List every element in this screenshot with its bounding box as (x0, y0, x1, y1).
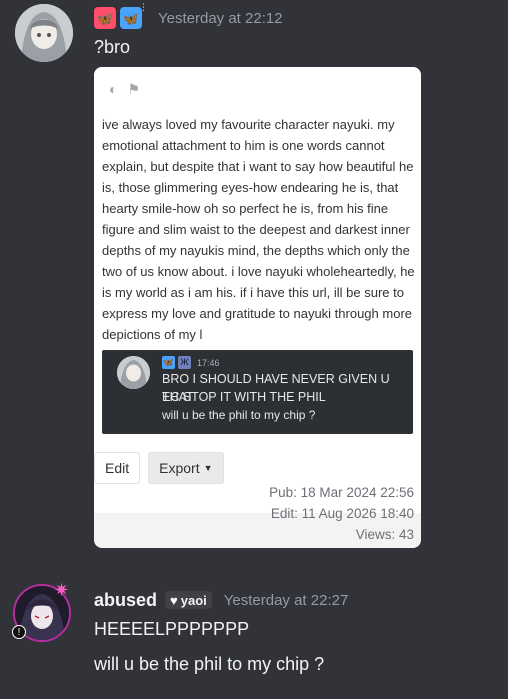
status-icon: ! (12, 625, 26, 639)
message-2: ✷ ! abused ♥ yaoi Yesterday at 22:27 HEE… (0, 576, 508, 696)
message-line-1: HEEEELPPPPPPP (94, 619, 250, 639)
message-1: 🦋 🦋 ⋮ Yesterday at 22:12 ?bro ◐ ⚑ ive alw… (0, 0, 508, 560)
message-header: 🦋 🦋 ⋮ Yesterday at 22:12 (94, 3, 283, 30)
quoted-line-2: EC STOP IT WITH THE PHIL (162, 390, 326, 404)
embed-buttons: Edit Export ▼ (94, 452, 224, 484)
pink-deco-icon: ✷ (54, 580, 70, 600)
timestamp: Yesterday at 22:27 (223, 591, 349, 609)
pub-date: Pub: 18 Mar 2024 22:56 (269, 485, 414, 500)
edit-date: Edit: 11 Aug 2026 18:40 (270, 506, 414, 521)
user-avatar[interactable] (15, 4, 73, 62)
edit-button[interactable]: Edit (94, 452, 141, 484)
message-header: abused ♥ yaoi Yesterday at 22:27 (94, 588, 348, 612)
embed-icon-bar: ◐ ⚑ (109, 82, 140, 96)
quoted-message: 🦋 Ж 17:46 BRO I SHOULD HAVE NEVER GIVEN … (102, 350, 413, 434)
quoted-line-3: will u be the phil to my chip ? (162, 408, 316, 422)
export-label: Export (159, 460, 200, 476)
embed-body-text: ive always loved my favourite character … (102, 117, 415, 342)
butterfly-red-icon[interactable]: 🦋 (94, 7, 116, 29)
avatar-art (15, 4, 73, 62)
butterfly-blue-icon[interactable]: 🦋 ⋮ (120, 3, 148, 29)
export-button[interactable]: Export ▼ (148, 452, 224, 484)
timestamp: Yesterday at 22:12 (158, 9, 283, 27)
views-count: Views: 43 (355, 527, 414, 542)
half-circle-icon[interactable]: ◐ (109, 82, 117, 96)
quoted-avatar-art (117, 356, 150, 389)
quoted-header: 🦋 Ж 17:46 (162, 356, 220, 369)
message-line-2: will u be the phil to my chip ? (94, 654, 325, 674)
embed-card: ◐ ⚑ ive always loved my favourite charac… (94, 67, 421, 548)
quoted-time: 17:46 (197, 357, 220, 368)
message-text: ?bro (94, 37, 131, 57)
butterfly-blue-icon: 🦋 (162, 356, 175, 369)
caret-down-icon: ▼ (203, 463, 213, 473)
more-icon: ⋮ (139, 2, 148, 12)
badge-icon: Ж (178, 356, 191, 369)
embed-content: ◐ ⚑ ive always loved my favourite charac… (94, 67, 421, 513)
server-tag-label: yaoi (180, 592, 207, 608)
quoted-avatar (117, 356, 150, 389)
flag-icon[interactable]: ⚑ (127, 82, 140, 96)
heart-icon: ♥ (170, 592, 178, 608)
server-tag[interactable]: ♥ yaoi (165, 591, 212, 609)
username[interactable]: abused (94, 590, 157, 611)
